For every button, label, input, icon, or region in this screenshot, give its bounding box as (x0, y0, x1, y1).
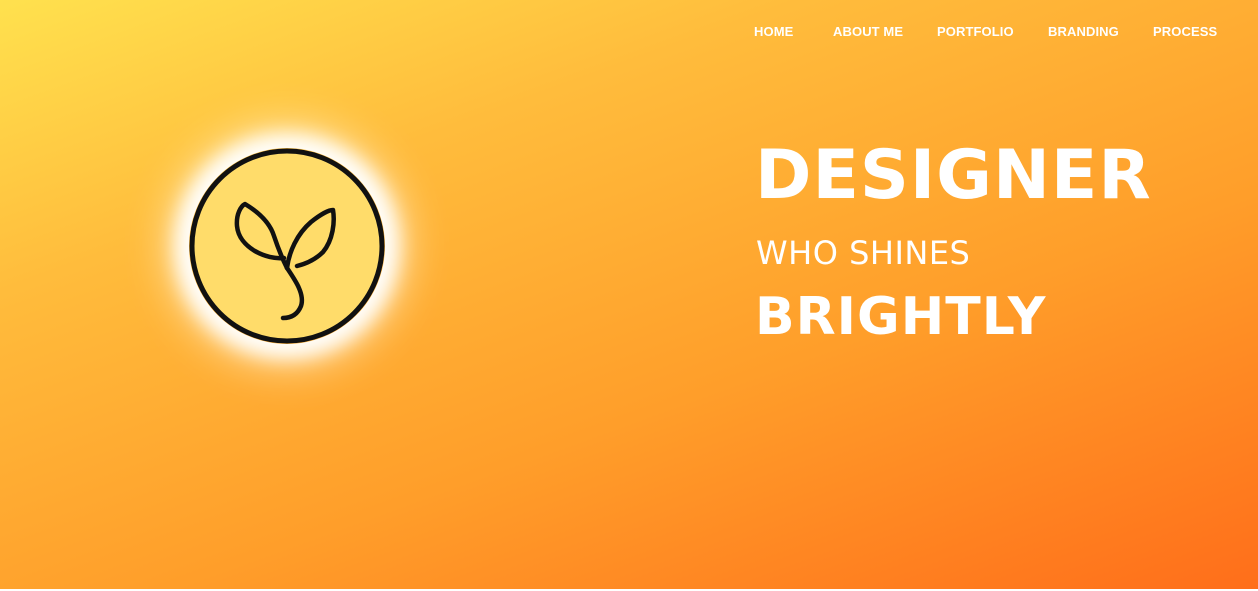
nav-item-branding[interactable]: BRANDING (1048, 24, 1119, 39)
headline-who-shines: WHO SHINES (756, 234, 971, 272)
nav-item-process[interactable]: PROCESS (1153, 24, 1217, 39)
sprout-icon (189, 148, 385, 344)
nav-item-portfolio[interactable]: PORTFOLIO (937, 24, 1014, 39)
nav-item-home[interactable]: HOME (754, 24, 793, 39)
logo (189, 148, 385, 344)
hero-section: HOME ABOUT ME PORTFOLIO BRANDING PROCESS… (0, 0, 1258, 589)
nav-item-about-me[interactable]: ABOUT ME (833, 24, 903, 39)
top-nav: HOME ABOUT ME PORTFOLIO BRANDING PROCESS (0, 24, 1258, 42)
headline-brightly: BRIGHTLY (755, 287, 1047, 347)
headline-designer: DESIGNER (755, 136, 1152, 215)
